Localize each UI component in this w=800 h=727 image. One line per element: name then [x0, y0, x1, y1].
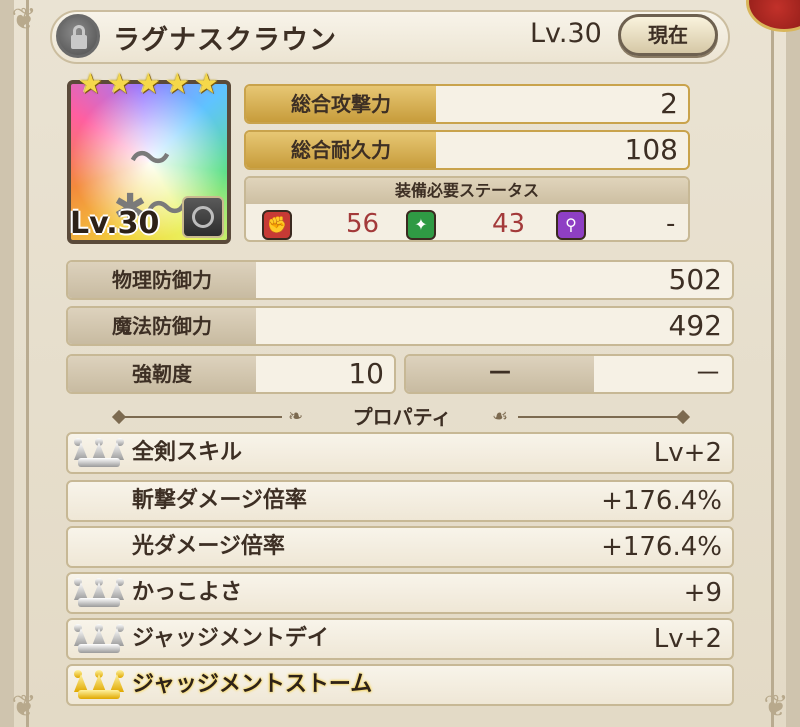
stat-label: 魔法防御力	[68, 308, 256, 344]
required-dexterity: 43	[492, 209, 526, 239]
fist-icon: ✊	[262, 210, 292, 240]
property-divider: ❧ プロパティ ☙	[111, 404, 691, 430]
wand-icon: ⚲	[556, 210, 586, 240]
star-icon: ★	[78, 67, 104, 100]
item-level: Lv.30	[530, 18, 602, 49]
rarity-stars: ★ ★ ★ ★ ★	[78, 70, 228, 100]
property-value: +9	[683, 578, 722, 608]
magic-defense-bar: 魔法防御力 492	[66, 306, 734, 346]
corner-ornament-icon: ❦	[11, 689, 37, 724]
item-name: ラグナスクラウン	[113, 25, 337, 56]
property-value: +176.4%	[601, 532, 722, 562]
winged-emblem-icon: 〜✱〜	[113, 136, 187, 232]
physical-defense-bar: 物理防御力 502	[66, 260, 734, 300]
property-row[interactable]: 全剣スキル Lv+2	[66, 432, 734, 474]
total-durability-bar: 総合耐久力 108	[244, 130, 690, 170]
stat-label: －	[406, 356, 594, 392]
property-row[interactable]: ジャッジメントストーム	[66, 664, 734, 706]
stat-value: 492	[668, 309, 722, 342]
stat-value: －	[693, 357, 722, 390]
empty-stat-bar: － －	[404, 354, 734, 394]
property-name: 全剣スキル	[132, 440, 243, 465]
lock-icon[interactable]	[56, 14, 100, 58]
property-row[interactable]: かっこよさ +9	[66, 572, 734, 614]
star-icon: ★	[165, 67, 191, 100]
property-title: プロパティ	[352, 405, 452, 429]
property-row[interactable]: ジャッジメントデイ Lv+2	[66, 618, 734, 660]
silver-crown-icon	[74, 624, 124, 656]
required-status-panel: 装備必要ステータス ✊ 56 ✦ 43 ⚲ -	[244, 176, 690, 242]
stat-label: 強靭度	[68, 356, 256, 392]
stat-label: 総合耐久力	[246, 132, 436, 168]
armor-type-icon	[182, 196, 224, 238]
stat-value: 502	[668, 263, 722, 296]
item-level-badge: Lv.30	[70, 206, 160, 241]
property-name: ジャッジメントストーム	[132, 672, 373, 697]
star-icon: ★	[194, 67, 220, 100]
property-value: Lv+2	[653, 438, 722, 468]
corner-ornament-icon: ❦	[11, 2, 37, 37]
property-value: Lv+2	[653, 624, 722, 654]
property-name: 光ダメージ倍率	[132, 534, 285, 559]
star-icon: ★	[136, 67, 162, 100]
property-name: かっこよさ	[132, 580, 243, 605]
required-status-title: 装備必要ステータス	[246, 178, 688, 204]
silver-crown-icon	[74, 578, 124, 610]
corner-ornament-icon: ❦	[763, 689, 789, 724]
stat-value: 10	[348, 357, 384, 390]
toughness-bar: 強靭度 10	[66, 354, 396, 394]
stat-label: 総合攻撃力	[246, 86, 436, 122]
current-button[interactable]: 現在	[618, 14, 718, 56]
flourish-icon: ❧	[288, 406, 304, 427]
total-attack-bar: 総合攻撃力 2	[244, 84, 690, 124]
required-magic: -	[666, 209, 676, 239]
stat-label: 物理防御力	[68, 262, 256, 298]
property-name: 斬撃ダメージ倍率	[132, 488, 307, 513]
property-row[interactable]: 斬撃ダメージ倍率 +176.4%	[66, 480, 734, 522]
property-row[interactable]: 光ダメージ倍率 +176.4%	[66, 526, 734, 568]
stat-value: 2	[660, 87, 678, 120]
required-strength: 56	[346, 209, 380, 239]
sparkle-icon: ✦	[406, 210, 436, 240]
property-value: +176.4%	[601, 486, 722, 516]
gold-crown-icon	[74, 670, 124, 702]
flourish-icon: ☙	[492, 406, 509, 427]
silver-crown-icon	[74, 438, 124, 470]
property-name: ジャッジメントデイ	[132, 626, 329, 651]
stat-value: 108	[624, 133, 678, 166]
star-icon: ★	[107, 67, 133, 100]
